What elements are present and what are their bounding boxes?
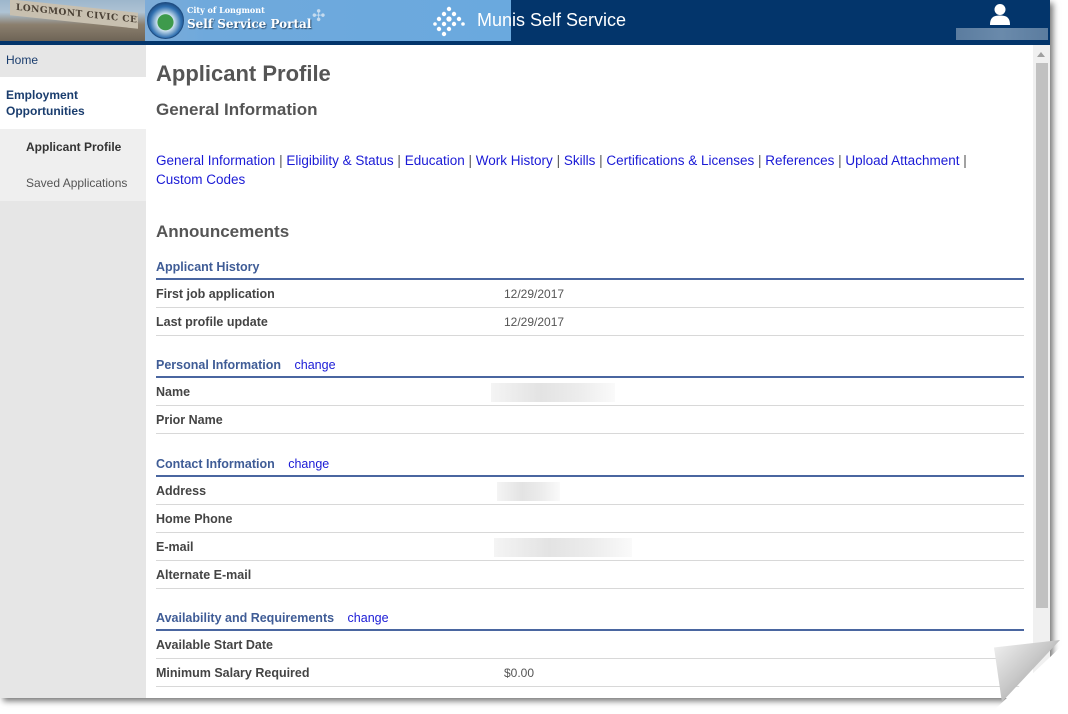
link-education[interactable]: Education <box>405 153 465 168</box>
change-personal-info-link[interactable]: change <box>295 358 336 372</box>
row-value: 12/29/2017 <box>504 315 565 329</box>
table-row: Address <box>156 477 1024 505</box>
table-row: E-mail <box>156 533 1024 561</box>
row-label: Prior Name <box>156 413 223 427</box>
row-label: First job application <box>156 287 275 301</box>
section-subtitle: General Information <box>156 100 318 119</box>
app-title: Munis Self Service <box>477 10 627 30</box>
link-separator: | <box>397 153 401 168</box>
city-seal-icon <box>147 2 184 39</box>
table-row: Minimum Salary Required $0.00 <box>156 659 1024 687</box>
change-contact-info-link[interactable]: change <box>288 457 329 471</box>
profile-section-links: General Information | Eligibility & Stat… <box>156 151 1022 189</box>
banner-portal-name: Self Service Portal <box>187 17 312 31</box>
table-row: Alternate E-mail <box>156 561 1024 589</box>
user-icon[interactable] <box>988 2 1012 26</box>
link-separator: | <box>556 153 561 168</box>
link-upload-attachment[interactable]: Upload Attachment <box>845 153 959 168</box>
link-general-information[interactable]: General Information <box>156 153 275 168</box>
table-row: Last profile update 12/29/2017 <box>156 308 1024 336</box>
scroll-up-arrow-icon[interactable] <box>1037 52 1045 57</box>
table-row: Home Phone <box>156 505 1024 533</box>
availability-requirements-section: Availability and Requirements change Ava… <box>156 611 1024 687</box>
link-separator: | <box>279 153 283 168</box>
contact-information-section: Contact Information change Address Home … <box>156 457 1024 589</box>
redacted-value <box>494 538 632 557</box>
table-row: Available Start Date <box>156 631 1024 659</box>
redacted-value <box>491 383 615 402</box>
row-label: Minimum Salary Required <box>156 666 310 680</box>
civic-center-photo: LONGMONT CIVIC CENTER <box>0 0 145 41</box>
building-sign: LONGMONT CIVIC CENTER <box>10 0 138 29</box>
browser-window: LONGMONT CIVIC CENTER City of Longmont S… <box>0 0 1050 698</box>
table-row: Name <box>156 378 1024 406</box>
section-title: Availability and Requirements <box>156 611 335 625</box>
sidebar-item-saved-applications[interactable]: Saved Applications <box>0 165 146 201</box>
table-row: Prior Name <box>156 406 1024 434</box>
user-name-redacted[interactable] <box>956 28 1048 40</box>
change-availability-link[interactable]: change <box>348 611 389 625</box>
link-skills[interactable]: Skills <box>564 153 596 168</box>
personal-information-section: Personal Information change Name Prior N… <box>156 358 1024 434</box>
row-value: 12/29/2017 <box>504 287 565 301</box>
row-label: Available Start Date <box>156 638 273 652</box>
section-title: Personal Information <box>156 358 282 372</box>
sidebar-item-home[interactable]: Home <box>0 45 146 77</box>
decorative-dots-icon: ✣ <box>312 6 326 25</box>
link-separator: | <box>758 153 762 168</box>
row-label: Address <box>156 484 207 498</box>
row-label: Alternate E-mail <box>156 568 252 582</box>
applicant-history-section: Applicant History First job application … <box>156 260 1024 336</box>
header-bar: LONGMONT CIVIC CENTER City of Longmont S… <box>0 0 1050 45</box>
announcements-heading: Announcements <box>156 222 290 241</box>
link-work-history[interactable]: Work History <box>476 153 553 168</box>
sidebar-item-employment-opportunities[interactable]: Employment Opportunities <box>0 77 146 129</box>
link-separator: | <box>599 153 603 168</box>
link-separator: | <box>963 153 967 168</box>
redacted-value <box>497 482 560 501</box>
section-title: Contact Information <box>156 457 275 471</box>
link-references[interactable]: References <box>765 153 834 168</box>
page-title: Applicant Profile <box>156 61 331 86</box>
section-header: Applicant History <box>156 260 1024 280</box>
munis-logo-icon <box>433 6 465 37</box>
section-header: Personal Information change <box>156 358 1024 378</box>
table-row: First job application 12/29/2017 <box>156 280 1024 308</box>
row-label: E-mail <box>156 540 194 554</box>
link-custom-codes[interactable]: Custom Codes <box>156 172 245 187</box>
sidebar-item-applicant-profile[interactable]: Applicant Profile <box>0 129 146 165</box>
link-certifications-licenses[interactable]: Certifications & Licenses <box>606 153 754 168</box>
section-title: Applicant History <box>156 260 260 274</box>
banner-city-name: City of Longmont <box>187 5 265 15</box>
link-separator: | <box>468 153 473 168</box>
link-separator: | <box>838 153 842 168</box>
row-label: Last profile update <box>156 315 268 329</box>
section-header: Availability and Requirements change <box>156 611 1024 631</box>
link-eligibility-status[interactable]: Eligibility & Status <box>286 153 393 168</box>
section-header: Contact Information change <box>156 457 1024 477</box>
scrollbar-thumb[interactable] <box>1036 63 1048 608</box>
row-label: Home Phone <box>156 512 233 526</box>
row-value: $0.00 <box>504 666 535 680</box>
row-label: Name <box>156 385 191 399</box>
